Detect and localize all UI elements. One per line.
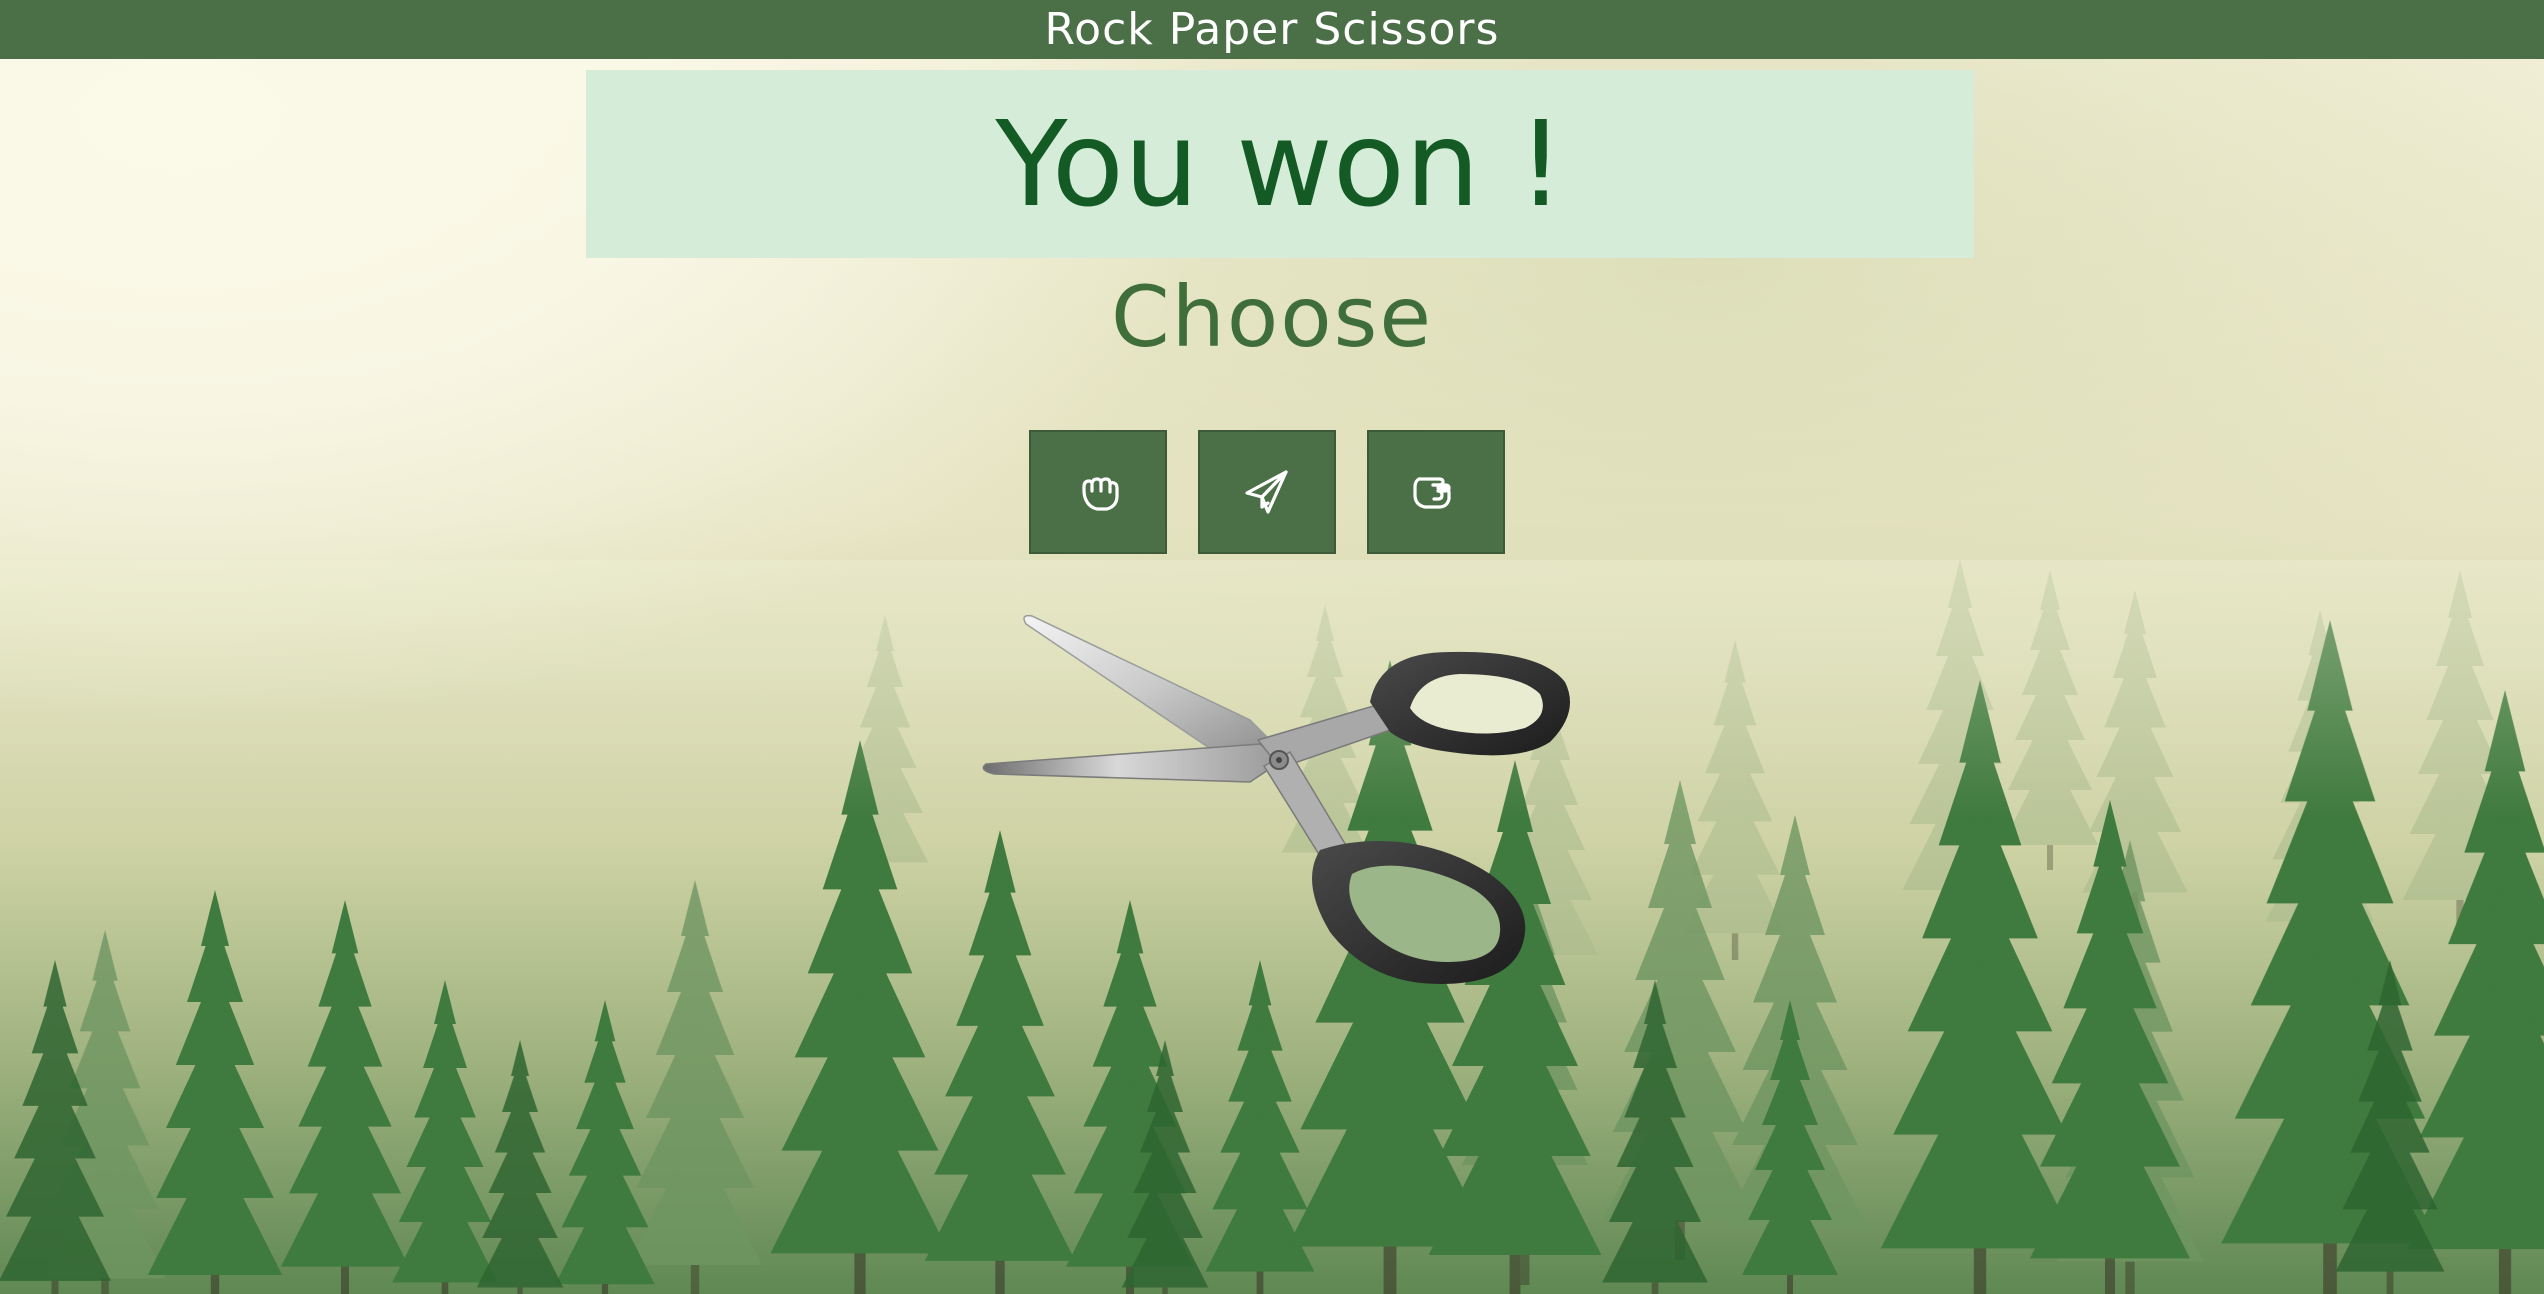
app-header: Rock Paper Scissors xyxy=(0,0,2544,59)
result-text: You won ! xyxy=(995,95,1565,233)
hand-scissors-icon xyxy=(1411,467,1461,517)
paper-plane-icon xyxy=(1242,467,1292,517)
scissors-icon xyxy=(982,614,1570,984)
hand-fist-icon xyxy=(1073,467,1123,517)
choose-heading: Choose xyxy=(1110,268,1434,366)
paper-button[interactable] xyxy=(1198,430,1336,554)
rock-button[interactable] xyxy=(1029,430,1167,554)
computer-choice-scissors-image xyxy=(980,612,1580,992)
app-title: Rock Paper Scissors xyxy=(1044,4,1500,55)
result-banner: You won ! xyxy=(586,70,1974,258)
scissors-button[interactable] xyxy=(1367,430,1505,554)
